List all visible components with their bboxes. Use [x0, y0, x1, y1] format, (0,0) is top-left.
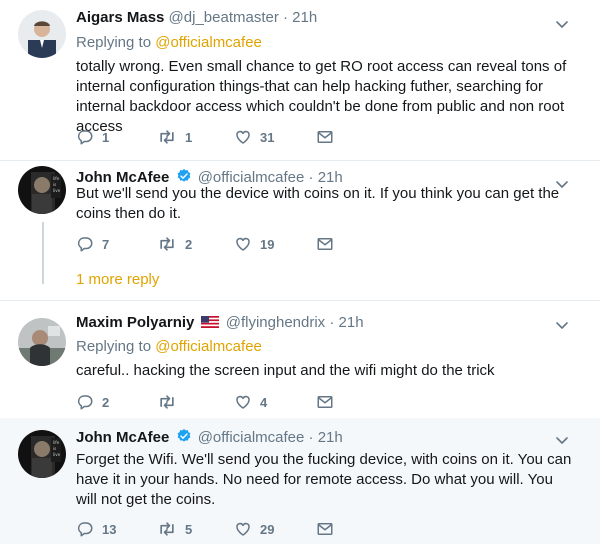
author-name[interactable]: John McAfee — [76, 429, 169, 446]
tweet-john-mcafee-highlighted[interactable]: John McAfee @officialmcafee · 21h Forget… — [0, 418, 600, 544]
envelope-icon — [316, 128, 334, 146]
retweet-icon — [157, 392, 177, 412]
reply-icon — [76, 520, 94, 538]
separator-dot: · — [329, 314, 335, 331]
mention-link[interactable]: @officialmcafee — [155, 34, 262, 51]
tweet-header: Maxim Polyarniy @flyinghendrix · 21h — [76, 313, 364, 333]
like-count: 31 — [260, 129, 275, 145]
reply-button[interactable]: 2 — [76, 392, 109, 412]
chevron-down-icon[interactable] — [554, 432, 570, 448]
tweet-text: careful.. hacking the screen input and t… — [76, 362, 495, 379]
tweet-header: John McAfee @officialmcafee · 21h — [76, 428, 343, 448]
reply-count: 7 — [102, 236, 110, 252]
replying-to: Replying to @officialmcafee — [76, 33, 262, 53]
retweet-count: 5 — [185, 521, 193, 537]
author-name[interactable]: Maxim Polyarniy — [76, 314, 194, 331]
retweet-count: 2 — [185, 236, 193, 252]
retweet-button[interactable]: 1 — [157, 127, 192, 147]
verified-badge-icon — [176, 428, 192, 444]
reply-button[interactable]: 13 — [76, 519, 116, 539]
tweet-aigars-mass[interactable]: Aigars Mass @dj_beatmaster · 21h Replyin… — [0, 0, 600, 160]
envelope-icon — [316, 520, 334, 538]
like-button[interactable]: 19 — [234, 234, 274, 254]
tweet-text: Forget the Wifi. We'll send you the fuck… — [76, 451, 572, 508]
dm-button[interactable] — [316, 234, 334, 254]
reply-button[interactable]: 1 — [76, 127, 109, 147]
retweet-button[interactable]: 2 — [157, 234, 192, 254]
envelope-icon — [316, 235, 334, 253]
chevron-down-icon[interactable] — [554, 16, 570, 32]
separator-dot: · — [283, 9, 288, 26]
heart-icon — [234, 520, 252, 538]
avatar[interactable] — [18, 10, 66, 58]
thread-line — [42, 222, 44, 284]
verified-badge-icon — [176, 168, 192, 184]
author-handle[interactable]: @flyinghendrix — [226, 314, 325, 331]
avatar[interactable] — [18, 166, 66, 214]
tweet-maxim-polyarniy[interactable]: Maxim Polyarniy @flyinghendrix · 21h Rep… — [0, 300, 600, 418]
retweet-count: 1 — [185, 129, 193, 145]
like-button[interactable]: 4 — [234, 392, 267, 412]
reply-count: 2 — [102, 394, 110, 410]
heart-icon — [234, 235, 252, 253]
like-button[interactable]: 29 — [234, 519, 274, 539]
tweet-john-mcafee[interactable]: John McAfee @officialmcafee · 21h But we… — [0, 160, 600, 300]
dm-button[interactable] — [316, 127, 334, 147]
reply-icon — [76, 235, 94, 253]
like-count: 29 — [260, 521, 275, 537]
reply-icon — [76, 393, 94, 411]
replying-prefix: Replying to — [76, 338, 152, 355]
us-flag-icon — [200, 316, 219, 328]
reply-button[interactable]: 7 — [76, 234, 109, 254]
tweet-text: totally wrong. Even small chance to get … — [76, 58, 567, 135]
author-handle[interactable]: @dj_beatmaster — [169, 9, 279, 26]
heart-icon — [234, 128, 252, 146]
avatar[interactable] — [18, 430, 66, 478]
more-replies-link[interactable]: 1 more reply — [76, 271, 159, 288]
like-button[interactable]: 31 — [234, 127, 274, 147]
tweet-text: But we'll send you the device with coins… — [76, 185, 560, 222]
tweet-header: Aigars Mass @dj_beatmaster · 21h — [76, 8, 317, 28]
envelope-icon — [316, 393, 334, 411]
author-handle[interactable]: @officialmcafee — [198, 429, 305, 446]
heart-icon — [234, 393, 252, 411]
reply-count: 1 — [102, 129, 110, 145]
retweet-icon — [157, 127, 177, 147]
author-name[interactable]: Aigars Mass — [76, 9, 164, 26]
tweet-time[interactable]: 21h — [292, 9, 317, 26]
reply-count: 13 — [102, 521, 117, 537]
reply-icon — [76, 128, 94, 146]
mention-link[interactable]: @officialmcafee — [155, 338, 262, 355]
retweet-icon — [157, 234, 177, 254]
avatar[interactable] — [18, 318, 66, 366]
separator-dot: · — [308, 429, 314, 446]
replying-prefix: Replying to — [76, 34, 152, 51]
like-count: 19 — [260, 236, 275, 252]
retweet-icon — [157, 519, 177, 539]
dm-button[interactable] — [316, 392, 334, 412]
replying-to: Replying to @officialmcafee — [76, 337, 262, 357]
retweet-button[interactable]: 5 — [157, 519, 192, 539]
retweet-button[interactable] — [157, 392, 185, 412]
tweet-time[interactable]: 21h — [339, 314, 364, 331]
tweet-time[interactable]: 21h — [318, 429, 343, 446]
dm-button[interactable] — [316, 519, 334, 539]
chevron-down-icon[interactable] — [554, 317, 570, 333]
like-count: 4 — [260, 394, 268, 410]
